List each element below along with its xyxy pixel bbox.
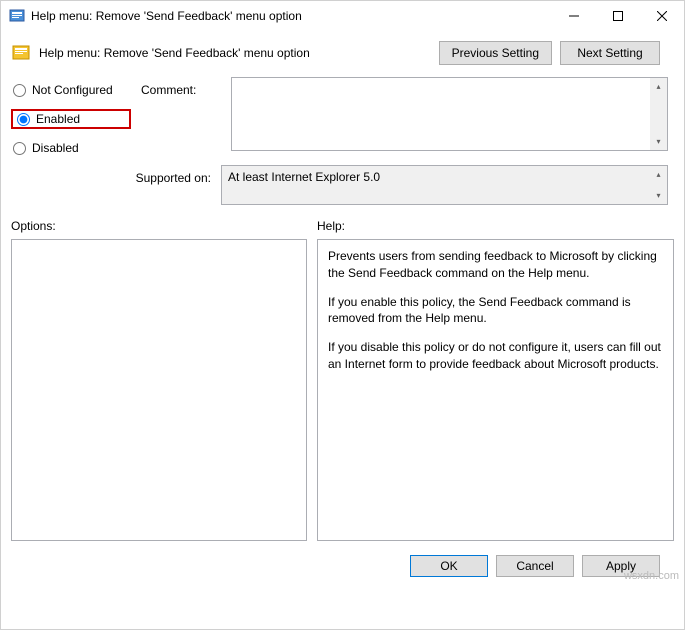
supported-box: At least Internet Explorer 5.0 ▴ ▾	[221, 165, 668, 205]
radio-disabled[interactable]: Disabled	[11, 139, 131, 157]
header-title: Help menu: Remove 'Send Feedback' menu o…	[39, 46, 431, 60]
policy-icon	[11, 43, 31, 63]
maximize-button[interactable]	[596, 1, 640, 31]
help-label: Help:	[317, 219, 674, 233]
radio-group: Not Configured Enabled Disabled	[11, 77, 131, 157]
comment-scrollbar[interactable]: ▴ ▾	[650, 78, 667, 150]
scroll-down-icon[interactable]: ▾	[650, 133, 667, 150]
window-title: Help menu: Remove 'Send Feedback' menu o…	[31, 9, 552, 23]
help-text-1: Prevents users from sending feedback to …	[328, 248, 663, 282]
next-setting-button[interactable]: Next Setting	[560, 41, 660, 65]
radio-not-configured-input[interactable]	[13, 84, 26, 97]
app-icon	[9, 8, 25, 24]
ok-button[interactable]: OK	[410, 555, 488, 577]
radio-disabled-label: Disabled	[32, 141, 79, 155]
scroll-up-icon[interactable]: ▴	[650, 78, 667, 95]
radio-enabled-label: Enabled	[36, 112, 80, 126]
supported-scrollbar[interactable]: ▴ ▾	[650, 166, 667, 204]
scroll-up-icon[interactable]: ▴	[650, 166, 667, 183]
comment-textarea[interactable]: ▴ ▾	[231, 77, 668, 151]
footer: OK Cancel Apply	[1, 545, 684, 591]
help-text-3: If you disable this policy or do not con…	[328, 339, 663, 373]
previous-setting-button[interactable]: Previous Setting	[439, 41, 552, 65]
help-text-2: If you enable this policy, the Send Feed…	[328, 294, 663, 328]
close-button[interactable]	[640, 1, 684, 31]
supported-label: Supported on:	[11, 165, 211, 185]
options-label: Options:	[11, 219, 307, 233]
comment-label: Comment:	[141, 77, 221, 157]
radio-not-configured-label: Not Configured	[32, 83, 113, 97]
help-panel: Prevents users from sending feedback to …	[317, 239, 674, 541]
options-panel	[11, 239, 307, 541]
cancel-button[interactable]: Cancel	[496, 555, 574, 577]
config-section: Not Configured Enabled Disabled Comment:…	[1, 71, 684, 157]
radio-enabled[interactable]: Enabled	[11, 109, 131, 129]
titlebar: Help menu: Remove 'Send Feedback' menu o…	[1, 1, 684, 31]
scroll-down-icon[interactable]: ▾	[650, 187, 667, 204]
supported-section: Supported on: At least Internet Explorer…	[1, 157, 684, 205]
radio-disabled-input[interactable]	[13, 142, 26, 155]
radio-enabled-input[interactable]	[17, 113, 30, 126]
middle-section: Options: Help: Prevents users from sendi…	[1, 205, 684, 545]
supported-value: At least Internet Explorer 5.0	[228, 170, 380, 184]
watermark: wsxdn.com	[624, 570, 679, 582]
radio-not-configured[interactable]: Not Configured	[11, 81, 131, 99]
header: Help menu: Remove 'Send Feedback' menu o…	[1, 31, 684, 71]
minimize-button[interactable]	[552, 1, 596, 31]
